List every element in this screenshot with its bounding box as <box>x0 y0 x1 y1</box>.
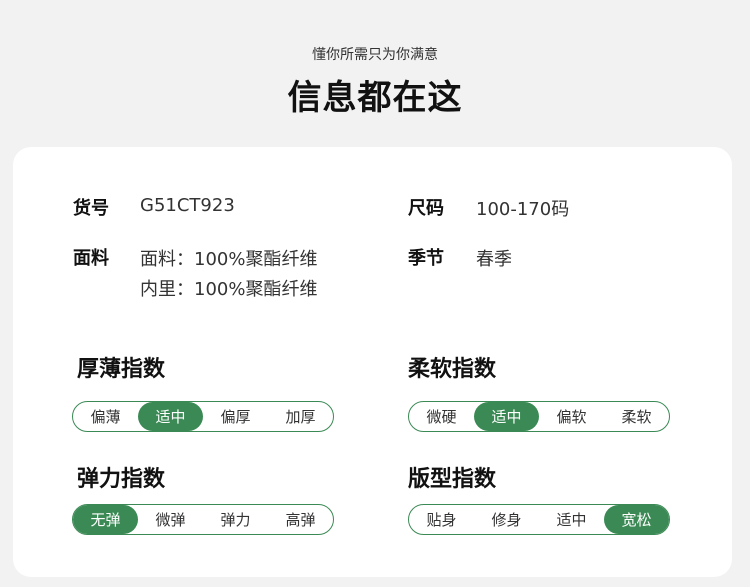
fit-option: 修身 <box>491 511 522 529</box>
elasticity-option: 无弹 <box>73 505 138 534</box>
softness-index-scale: 微硬 适中 偏软 柔软 <box>408 401 670 432</box>
thickness-option: 偏薄 <box>90 408 121 426</box>
size-label: 尺码 <box>408 198 444 219</box>
season-label: 季节 <box>408 248 444 269</box>
sku-label: 货号 <box>73 198 109 219</box>
thickness-option: 适中 <box>138 402 203 431</box>
elasticity-option: 微弹 <box>155 511 186 529</box>
elasticity-option: 弹力 <box>220 511 251 529</box>
season-value: 春季 <box>476 249 512 270</box>
thickness-index-scale: 偏薄 适中 偏厚 加厚 <box>72 401 334 432</box>
thickness-index-title: 厚薄指数 <box>77 357 166 382</box>
fit-option: 适中 <box>556 511 587 529</box>
fit-option: 宽松 <box>604 505 669 534</box>
fit-index-scale: 贴身 修身 适中 宽松 <box>408 504 670 535</box>
fabric-line-2: 内里：100%聚酯纤维 <box>140 279 318 300</box>
softness-option: 适中 <box>474 402 539 431</box>
elasticity-option: 高弹 <box>285 511 316 529</box>
fit-option: 贴身 <box>426 511 457 529</box>
sku-value: G51CT923 <box>140 195 235 216</box>
fabric-label: 面料 <box>73 248 109 269</box>
elasticity-index-title: 弹力指数 <box>77 467 166 492</box>
softness-index-title: 柔软指数 <box>408 357 497 382</box>
thickness-option: 偏厚 <box>220 408 251 426</box>
fit-index-title: 版型指数 <box>408 467 497 492</box>
softness-option: 柔软 <box>621 408 652 426</box>
softness-option: 偏软 <box>556 408 587 426</box>
page-title: 信息都在这 <box>287 78 463 118</box>
thickness-option: 加厚 <box>285 408 316 426</box>
fabric-line-1: 面料：100%聚酯纤维 <box>140 249 318 270</box>
softness-option: 微硬 <box>426 408 457 426</box>
info-card: 货号 G51CT923 尺码 100-170码 面料 面料：100%聚酯纤维 内… <box>13 147 732 577</box>
page-subtitle: 懂你所需只为你满意 <box>312 47 438 63</box>
elasticity-index-scale: 无弹 微弹 弹力 高弹 <box>72 504 334 535</box>
size-value: 100-170码 <box>476 199 570 220</box>
